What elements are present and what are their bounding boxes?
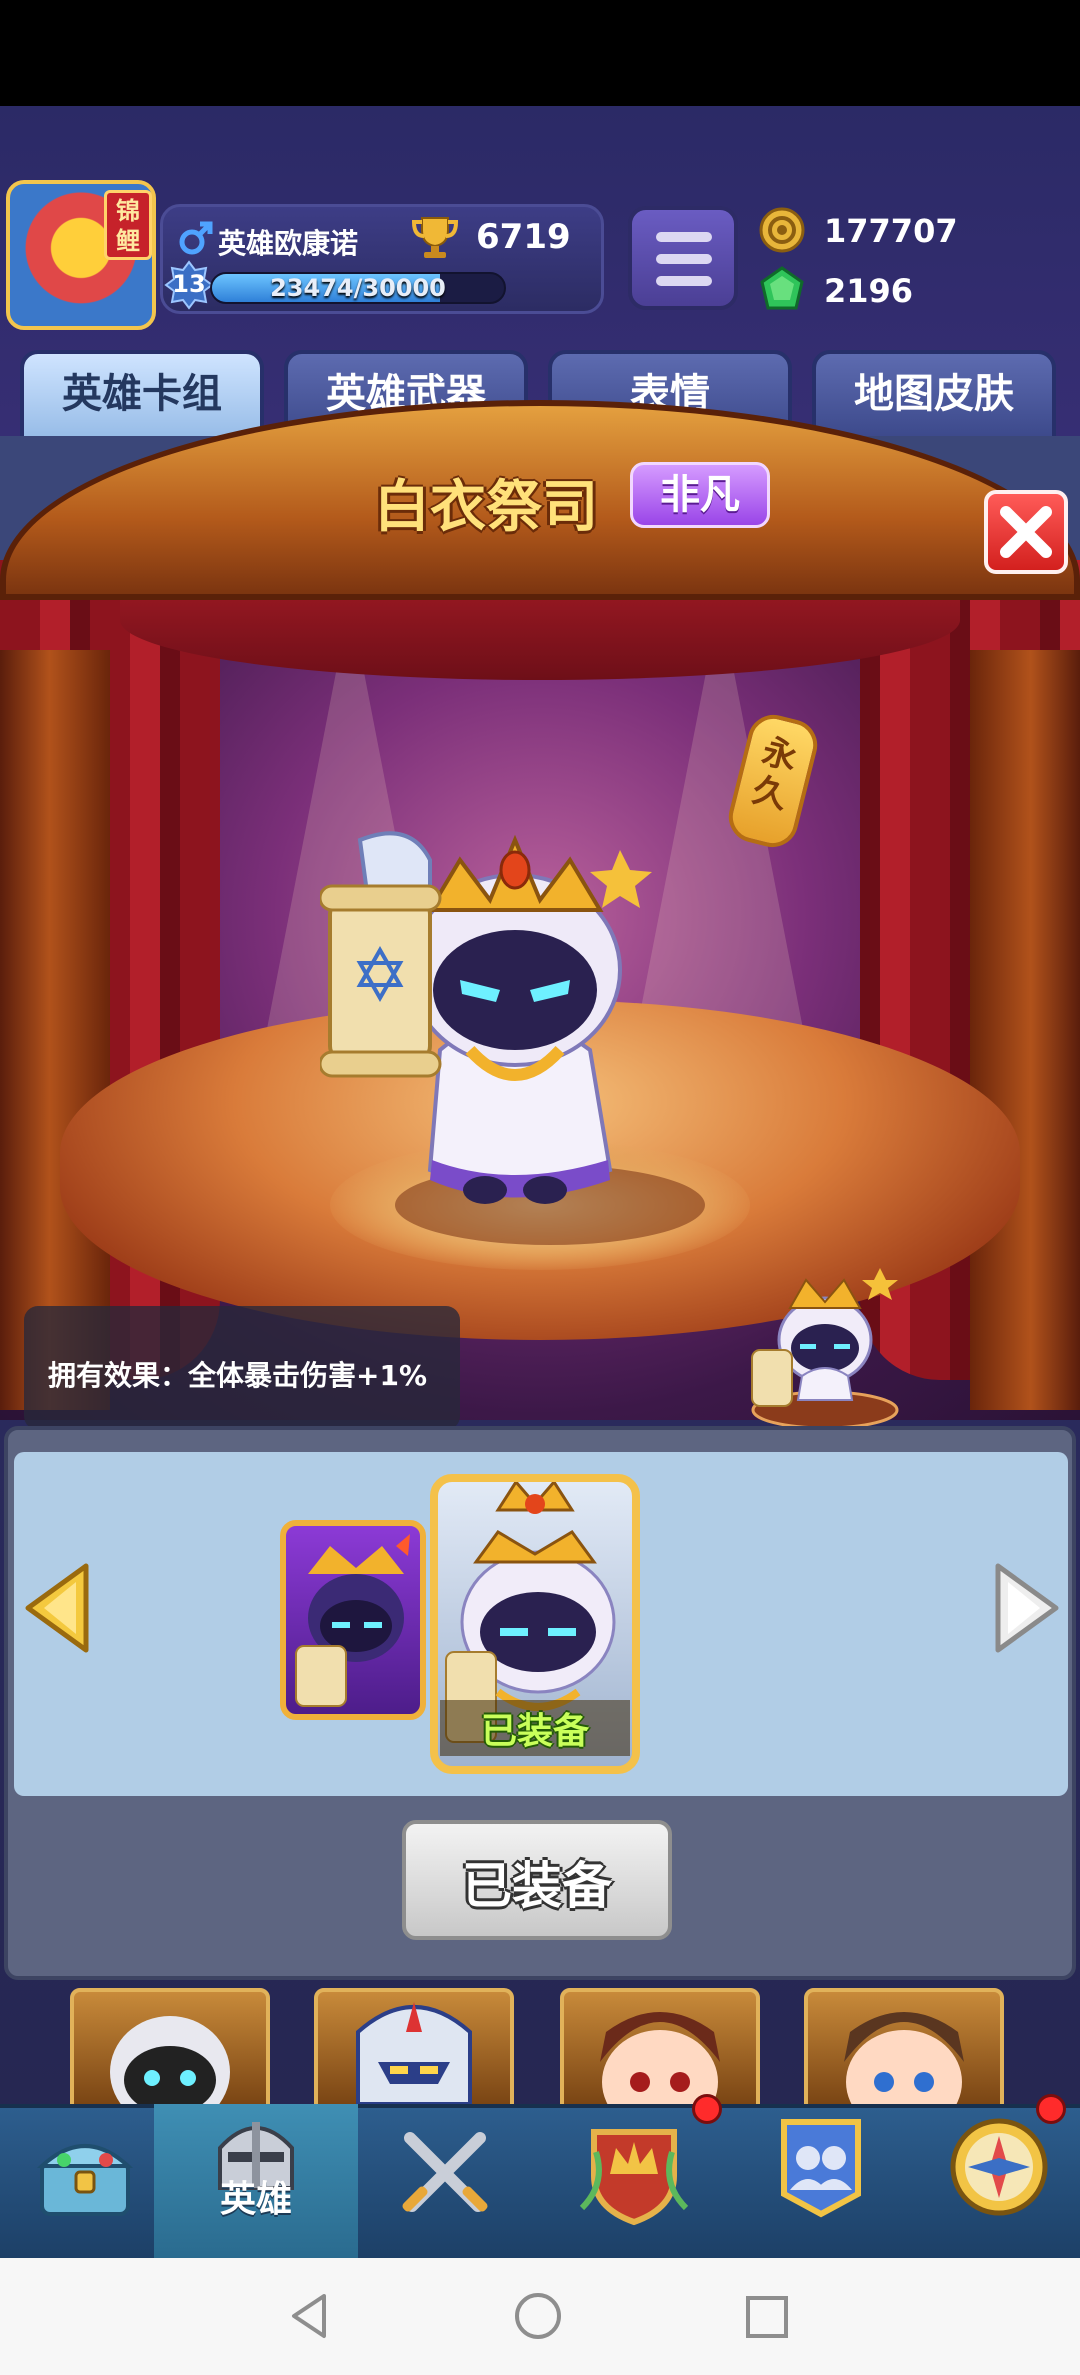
trophy-icon (411, 217, 459, 258)
level-number: 13 (172, 270, 206, 298)
coin-count: 177707 (824, 212, 958, 250)
pillar-left (0, 650, 110, 1410)
avatar-badge: 锦鲤 (104, 190, 152, 260)
compass-icon[interactable] (944, 2112, 1054, 2222)
equipped-label: 已装备 (480, 1711, 589, 1752)
team-banner-icon[interactable] (766, 2114, 876, 2224)
gem-count: 2196 (824, 272, 914, 310)
close-icon (1000, 506, 1052, 558)
arrow-left-button[interactable] (20, 1558, 94, 1658)
notification-dot (1036, 2094, 1066, 2124)
home-icon[interactable] (512, 2290, 564, 2342)
hero-title: 白衣祭司 (374, 475, 598, 540)
pillar-right (970, 650, 1080, 1410)
gem-icon (760, 266, 804, 310)
coin-icon (759, 207, 805, 253)
back-icon[interactable] (284, 2290, 336, 2342)
crossed-swords-icon[interactable] (390, 2118, 500, 2228)
effect-text: 拥有效果：全体暴击伤害+1% (48, 1359, 427, 1392)
crown-shield-icon[interactable] (576, 2112, 692, 2228)
close-button[interactable] (984, 490, 1068, 574)
notification-dot (692, 2094, 722, 2124)
player-name: 英雄欧康诺 (218, 227, 359, 260)
status-bar (0, 0, 1080, 106)
recent-apps-icon[interactable] (742, 2292, 792, 2342)
male-icon (179, 221, 213, 255)
rarity-badge: 非凡 (630, 462, 770, 528)
hero-character-illustration (320, 831, 652, 1204)
trophy-count: 6719 (476, 217, 571, 257)
treasure-chest-icon[interactable] (30, 2116, 140, 2226)
menu-icon (656, 232, 712, 242)
equip-button-label: 已装备 (462, 1857, 612, 1915)
hero-portrait[interactable] (804, 1988, 1004, 2108)
skin-portrait (295, 1534, 410, 1707)
hero-portrait[interactable] (70, 1988, 270, 2108)
menu-button[interactable] (628, 206, 738, 310)
nav-hero-label: 英雄 (219, 2179, 292, 2220)
hero-portrait[interactable] (314, 1988, 514, 2108)
hero-pedestal-figure (751, 1268, 899, 1430)
tab-hero-deck[interactable]: 英雄卡组 (20, 350, 264, 440)
tab-map-skin[interactable]: 地图皮肤 (812, 350, 1056, 440)
xp-text: 23474/30000 (270, 274, 446, 302)
hero-portrait[interactable] (560, 1988, 760, 2108)
arrow-right-button[interactable] (990, 1558, 1064, 1658)
skin-card-dark-priest[interactable] (280, 1520, 426, 1720)
